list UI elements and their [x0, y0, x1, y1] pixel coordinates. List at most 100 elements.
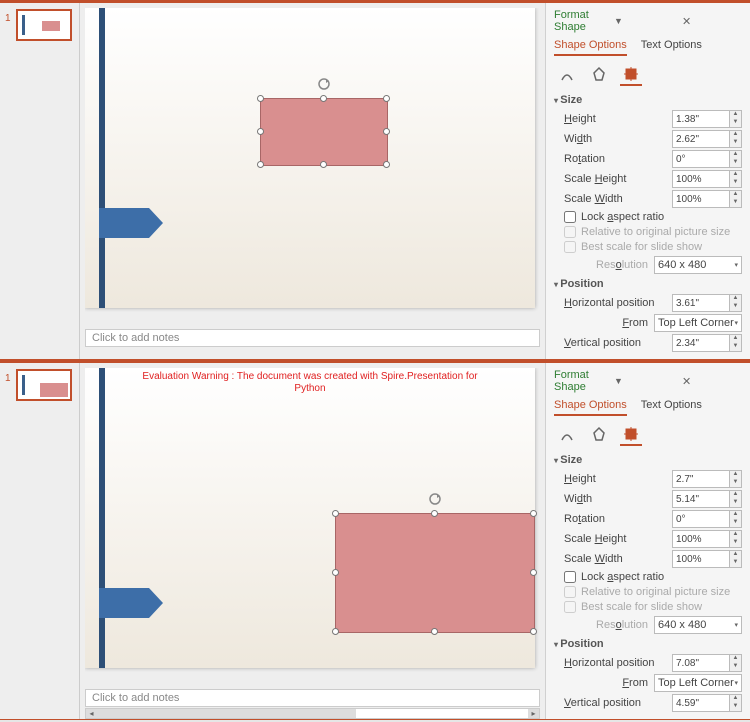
scalew-label: Scale Width: [564, 553, 672, 565]
lock-aspect-label: Lock aspect ratio: [581, 571, 664, 583]
format-shape-panel: Format Shape▼ ✕ Shape Options Text Option…: [545, 3, 750, 359]
panel-menu-icon[interactable]: ▼: [614, 376, 674, 386]
slide-area: Evaluation Warning : The document was cr…: [80, 363, 545, 719]
rotation-label: Rotation: [564, 513, 672, 525]
rotation-spinner[interactable]: ▲▼: [730, 510, 742, 528]
height-input[interactable]: [672, 470, 730, 488]
panel-title: Format Shape: [554, 9, 614, 33]
tab-text-options[interactable]: Text Options: [641, 39, 702, 56]
scaleh-spinner[interactable]: ▲▼: [730, 170, 742, 188]
resolution-select: 640 x 480: [654, 256, 742, 274]
hpos-input[interactable]: [672, 294, 730, 312]
width-label: Width: [564, 493, 672, 505]
hpos-spinner[interactable]: ▲▼: [730, 654, 742, 672]
scaleh-label: Scale Height: [564, 533, 672, 545]
resolution-select: 640 x 480: [654, 616, 742, 634]
hpos-label: Horizontal position: [564, 297, 672, 309]
slide-canvas[interactable]: Evaluation Warning : The document was cr…: [85, 368, 535, 668]
arrow-shape: [99, 588, 149, 618]
lock-aspect-checkbox[interactable]: [564, 211, 576, 223]
scalew-input[interactable]: [672, 190, 730, 208]
scalew-spinner[interactable]: ▲▼: [730, 550, 742, 568]
hfrom-select[interactable]: Top Left Corner: [654, 314, 742, 332]
vpos-input[interactable]: [672, 694, 730, 712]
best-scale-label: Best scale for slide show: [581, 241, 702, 253]
vpos-spinner[interactable]: ▲▼: [730, 334, 742, 352]
hpos-input[interactable]: [672, 654, 730, 672]
panel-title: Format Shape: [554, 369, 614, 393]
scalew-input[interactable]: [672, 550, 730, 568]
width-input[interactable]: [672, 130, 730, 148]
section-size[interactable]: Size: [554, 454, 742, 466]
thumbnail-panel: 1: [0, 363, 80, 719]
notes-field[interactable]: Click to add notes: [85, 329, 540, 347]
panel-menu-icon[interactable]: ▼: [614, 16, 674, 26]
width-label: Width: [564, 133, 672, 145]
hfrom-label: From: [564, 677, 654, 689]
effects-icon[interactable]: [588, 64, 610, 86]
resolution-label: Resolution: [564, 259, 654, 271]
hpos-spinner[interactable]: ▲▼: [730, 294, 742, 312]
scaleh-spinner[interactable]: ▲▼: [730, 530, 742, 548]
scaleh-input[interactable]: [672, 530, 730, 548]
close-icon[interactable]: ✕: [682, 15, 742, 28]
best-scale-checkbox: [564, 241, 576, 253]
tab-text-options[interactable]: Text Options: [641, 399, 702, 416]
rotate-handle-icon[interactable]: [428, 492, 442, 506]
vpos-label: Vertical position: [564, 337, 672, 349]
rotation-input[interactable]: [672, 510, 730, 528]
rotation-spinner[interactable]: ▲▼: [730, 150, 742, 168]
relative-original-checkbox: [564, 586, 576, 598]
lock-aspect-checkbox[interactable]: [564, 571, 576, 583]
lock-aspect-label: Lock aspect ratio: [581, 211, 664, 223]
scroll-right-icon[interactable]: ▸: [528, 709, 539, 718]
slide-canvas[interactable]: [85, 8, 535, 308]
best-scale-checkbox: [564, 601, 576, 613]
best-scale-label: Best scale for slide show: [581, 601, 702, 613]
hfrom-select[interactable]: Top Left Corner: [654, 674, 742, 692]
width-spinner[interactable]: ▲▼: [730, 130, 742, 148]
scaleh-label: Scale Height: [564, 173, 672, 185]
slide-number: 1: [5, 373, 11, 384]
format-shape-panel: Format Shape▼ ✕ Shape Options Text Option…: [545, 363, 750, 719]
relative-original-label: Relative to original picture size: [581, 586, 730, 598]
fill-line-icon[interactable]: [556, 424, 578, 446]
section-position[interactable]: Position: [554, 278, 742, 290]
section-position[interactable]: Position: [554, 638, 742, 650]
vpos-input[interactable]: [672, 334, 730, 352]
rotation-input[interactable]: [672, 150, 730, 168]
selected-rectangle[interactable]: [335, 513, 535, 633]
hpos-label: Horizontal position: [564, 657, 672, 669]
hfrom-label: From: [564, 317, 654, 329]
top-half: 1 Click to add notes Format Shape▼✕ Sha: [0, 0, 750, 360]
scaleh-input[interactable]: [672, 170, 730, 188]
slide-thumbnail[interactable]: [16, 369, 72, 401]
vpos-spinner[interactable]: ▲▼: [730, 694, 742, 712]
size-properties-icon[interactable]: [620, 64, 642, 86]
size-properties-icon[interactable]: [620, 424, 642, 446]
close-icon[interactable]: ✕: [682, 375, 742, 388]
selected-rectangle[interactable]: [260, 98, 388, 166]
horizontal-scrollbar[interactable]: ◂ ▸: [85, 708, 540, 719]
height-spinner[interactable]: ▲▼: [730, 110, 742, 128]
width-spinner[interactable]: ▲▼: [730, 490, 742, 508]
scroll-left-icon[interactable]: ◂: [86, 709, 97, 718]
slide-number: 1: [5, 13, 11, 24]
arrow-shape: [99, 208, 149, 238]
height-input[interactable]: [672, 110, 730, 128]
scalew-spinner[interactable]: ▲▼: [730, 190, 742, 208]
tab-shape-options[interactable]: Shape Options: [554, 399, 627, 416]
notes-field[interactable]: Click to add notes: [85, 689, 540, 707]
width-input[interactable]: [672, 490, 730, 508]
slide-thumbnail[interactable]: [16, 9, 72, 41]
section-size[interactable]: Size: [554, 94, 742, 106]
fill-line-icon[interactable]: [556, 64, 578, 86]
height-label: Height: [564, 113, 672, 125]
height-spinner[interactable]: ▲▼: [730, 470, 742, 488]
effects-icon[interactable]: [588, 424, 610, 446]
tab-shape-options[interactable]: Shape Options: [554, 39, 627, 56]
relative-original-checkbox: [564, 226, 576, 238]
resolution-label: Resolution: [564, 619, 654, 631]
bottom-half: 1 Evaluation Warning : The document was …: [0, 360, 750, 720]
rotate-handle-icon[interactable]: [317, 77, 331, 91]
